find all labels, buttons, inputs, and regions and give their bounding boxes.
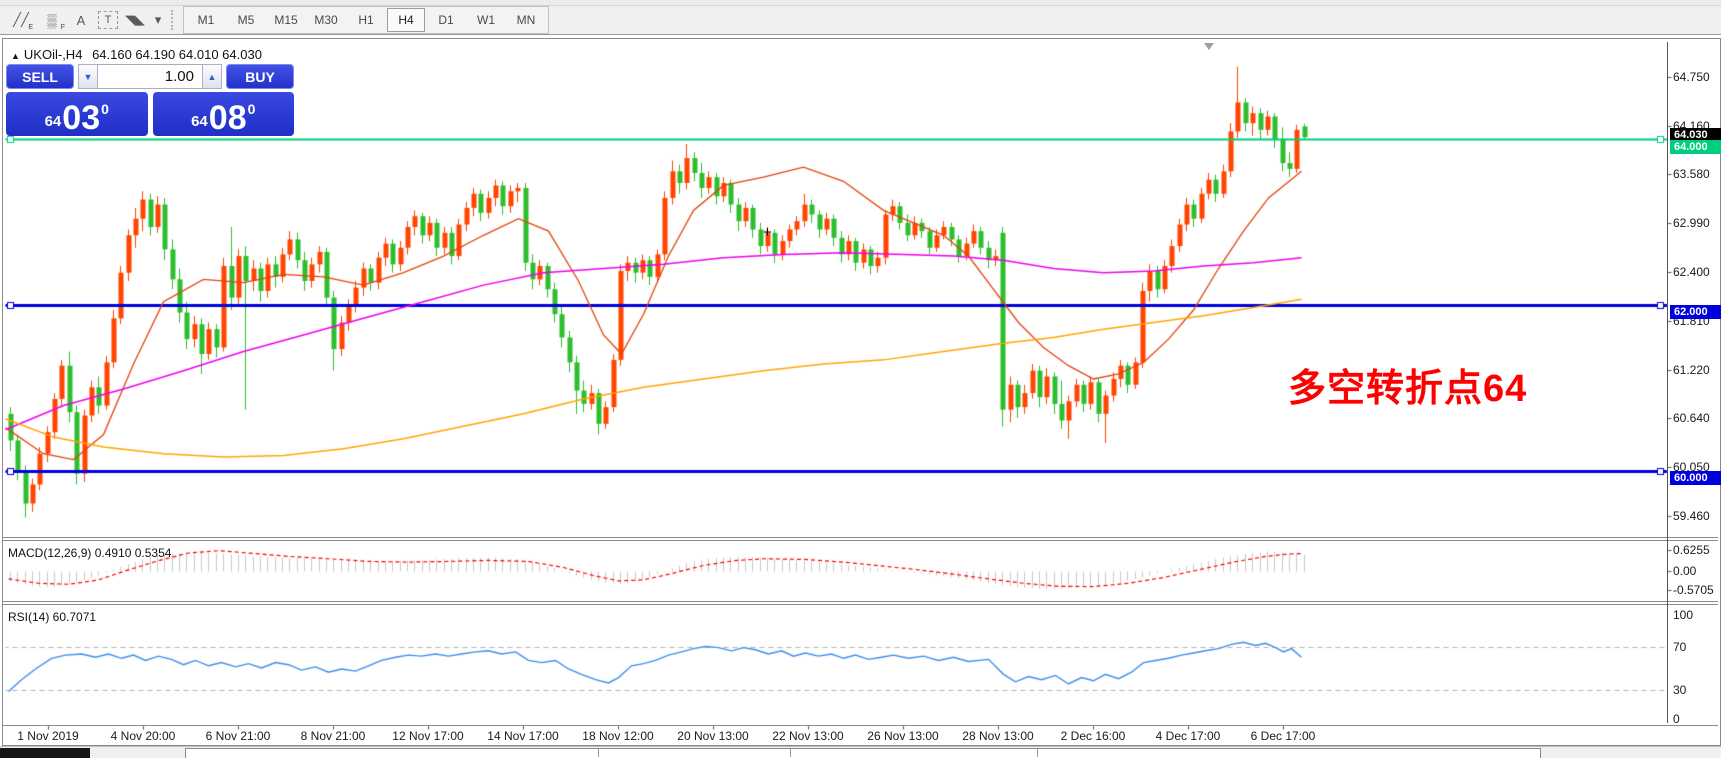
sell-price-panel[interactable]: 64 03 0	[6, 92, 148, 136]
time-axis-label: 2 Dec 16:00	[1060, 729, 1126, 743]
time-axis-label: 6 Nov 21:00	[205, 729, 271, 743]
timeframe-button-d1[interactable]: D1	[427, 8, 465, 32]
dropdown-caret-icon[interactable]: ▾	[152, 9, 164, 31]
chart-text-annotation: 多空转折点64	[1288, 368, 1528, 410]
one-click-collapse-arrow[interactable]: ▲	[11, 51, 20, 61]
price-axis-label: 59.460	[1673, 509, 1710, 524]
timeframe-button-w1[interactable]: W1	[467, 8, 505, 32]
rsi-panel-separator[interactable]	[3, 601, 1718, 602]
timeframe-button-m5[interactable]: M5	[227, 8, 265, 32]
macd-indicator-label: MACD(12,26,9) 0.4910 0.5354	[8, 546, 172, 560]
price-axis-label: 63.580	[1673, 167, 1710, 182]
macd-panel-separator[interactable]	[3, 537, 1718, 538]
time-axis-line	[3, 725, 1718, 726]
time-axis-label: 14 Nov 17:00	[487, 729, 559, 743]
volume-decrease-button[interactable]: ▼	[78, 64, 98, 89]
draw-lines-pencil-icon-sub: E	[28, 24, 33, 31]
toolbar-grip[interactable]	[171, 10, 178, 30]
ohlc-values: 64.160 64.190 64.010 64.030	[92, 47, 262, 62]
buy-button[interactable]: BUY	[226, 64, 294, 89]
bottom-dark-box	[0, 748, 90, 758]
rsi-axis-label: 0	[1673, 712, 1680, 726]
text-box-icon[interactable]: T	[98, 11, 118, 29]
chart-title: ▲ UKOil-,H4 64.160 64.190 64.010 64.030	[11, 47, 262, 62]
rsi-panel-separator[interactable]	[3, 604, 1718, 605]
chart-window: ▲ UKOil-,H4 64.160 64.190 64.010 64.030 S…	[2, 38, 1721, 746]
volume-input[interactable]	[98, 64, 202, 89]
sell-price-big: 03	[62, 99, 101, 137]
price-axis-label: 64.750	[1673, 70, 1710, 84]
volume-increase-button[interactable]: ▲	[202, 64, 222, 89]
arrows-icon[interactable]: ◥◣	[122, 9, 148, 31]
timeframe-button-h4[interactable]: H4	[387, 8, 425, 32]
time-axis-label: 6 Dec 17:00	[1250, 729, 1316, 743]
time-axis-label: 20 Nov 13:00	[677, 729, 749, 743]
symbol-period-label: UKOil-,H4	[23, 47, 83, 62]
time-axis-label: 4 Nov 20:00	[110, 729, 176, 743]
time-axis-label: 28 Nov 13:00	[962, 729, 1034, 743]
time-axis-label: 8 Nov 21:00	[300, 729, 366, 743]
rsi-axis-label: 70	[1673, 640, 1687, 655]
time-axis-label: 1 Nov 2019	[17, 729, 79, 743]
sell-price-sup: 0	[101, 101, 109, 117]
time-axis-label: 18 Nov 12:00	[582, 729, 654, 743]
price-tag: 64.000	[1670, 140, 1721, 154]
crosshair-mark: +	[763, 224, 772, 241]
timeframe-button-mn[interactable]: MN	[507, 8, 545, 32]
drawing-toolbar: ╱╱ E ▒ F A T ◥◣ ▾	[6, 9, 166, 31]
price-axis-label: 62.990	[1673, 216, 1710, 231]
toolbar: ╱╱ E ▒ F A T ◥◣ ▾ M1 M5 M15 M30 H1 H4 D1 W1 MN	[0, 6, 1721, 35]
macd-panel-separator[interactable]	[3, 540, 1718, 541]
bottom-panel-strip	[0, 746, 1721, 758]
text-a-icon[interactable]: A	[68, 9, 94, 31]
buy-price-panel[interactable]: 64 08 0	[152, 92, 294, 137]
macd-axis-label: 0.00	[1673, 564, 1697, 578]
timeframe-button-m30[interactable]: M30	[307, 8, 345, 32]
buy-price-prefix: 64	[191, 113, 208, 130]
timeframe-button-h1[interactable]: H1	[347, 8, 385, 32]
price-tag: 62.000	[1670, 305, 1721, 319]
draw-lines-pencil-icon[interactable]: ╱╱ E	[8, 9, 34, 31]
sell-button[interactable]: SELL	[6, 64, 74, 89]
macd-axis-label: -0.5705	[1673, 583, 1714, 598]
time-axis-label: 4 Dec 17:00	[1155, 729, 1221, 743]
price-axis-label: 61.220	[1673, 363, 1710, 378]
grid-icon-sub: F	[60, 24, 66, 31]
time-axis-label: 26 Nov 13:00	[867, 729, 939, 743]
timeframe-toolbar: M1 M5 M15 M30 H1 H4 D1 W1 MN	[183, 6, 549, 34]
time-axis-label: 12 Nov 17:00	[392, 729, 464, 743]
price-axis-label: 60.640	[1673, 411, 1710, 426]
price-axis-line	[1667, 42, 1668, 723]
bottom-panel-edge	[185, 748, 1541, 758]
price-axis-label: 62.400	[1673, 265, 1710, 280]
one-click-trading-panel: SELL ▼ ▲ BUY 64 03 0 64 08 0	[6, 64, 294, 136]
bottom-strip-tick	[790, 749, 791, 757]
price-tag: 60.000	[1670, 471, 1721, 485]
bottom-strip-tick	[1037, 749, 1038, 757]
sell-price-prefix: 64	[44, 113, 62, 130]
mt4-window: ╱╱ E ▒ F A T ◥◣ ▾ M1 M5 M15 M30 H1 H4 D1 W1 MN ▲ UKOil-,…	[0, 0, 1721, 758]
rsi-axis-label: 30	[1673, 682, 1687, 697]
rsi-indicator-label: RSI(14) 60.7071	[8, 610, 97, 624]
buy-price-big: 08	[208, 99, 247, 137]
bottom-strip-tick	[598, 749, 599, 757]
timeframe-button-m15[interactable]: M15	[267, 8, 305, 32]
grid-icon[interactable]: ▒ F	[38, 9, 66, 32]
buy-price-sup: 0	[247, 101, 256, 117]
time-axis-label: 22 Nov 13:00	[772, 729, 844, 743]
rsi-axis-label: 100	[1673, 608, 1694, 622]
macd-axis-label: 0.6255	[1673, 542, 1710, 557]
timeframe-button-m1[interactable]: M1	[187, 8, 225, 32]
chart-shift-marker-icon[interactable]	[1204, 43, 1214, 50]
